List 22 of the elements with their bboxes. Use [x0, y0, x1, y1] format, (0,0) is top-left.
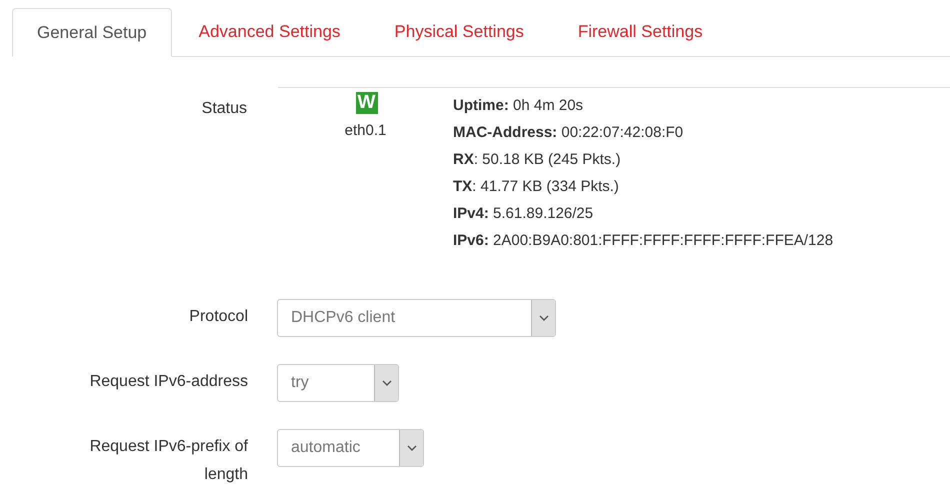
status-line: RX: 50.18 KB (245 Pkts.) [453, 150, 622, 170]
status-line: IPv4: 5.61.89.126/25 [453, 204, 594, 224]
status-line: TX: 41.77 KB (334 Pkts.) [453, 177, 620, 197]
tab[interactable]: Physical Settings [367, 8, 551, 56]
chevron-down-icon [538, 314, 548, 322]
dropdown[interactable]: DHCPv6 client [277, 299, 556, 337]
field-label: Status [200, 99, 247, 119]
field-label: Request IPv6-prefix of length [88, 437, 248, 485]
status-line: MAC-Address: 00:22:07:42:08:F0 [453, 123, 684, 143]
tab[interactable]: Advanced Settings [172, 8, 368, 56]
chevron-down-icon [382, 380, 392, 386]
tab[interactable]: General Setup [12, 8, 172, 57]
device-name: eth0.1 [344, 121, 386, 141]
field-label: Protocol [188, 307, 248, 327]
tab[interactable]: Firewall Settings [550, 8, 730, 56]
status-line: Uptime: 0h 4m 20s [453, 96, 584, 116]
status-line: IPv6: 2A00:B9A0:801:FFFF:FFFF:FFFF:FFFF:FFEA/128 [453, 231, 834, 251]
network-port-icon: W [356, 92, 378, 114]
field-label: Request IPv6-address [88, 372, 248, 392]
dropdown[interactable]: automatic [277, 429, 424, 467]
dropdown[interactable]: try [277, 364, 399, 402]
chevron-down-icon [406, 444, 416, 452]
